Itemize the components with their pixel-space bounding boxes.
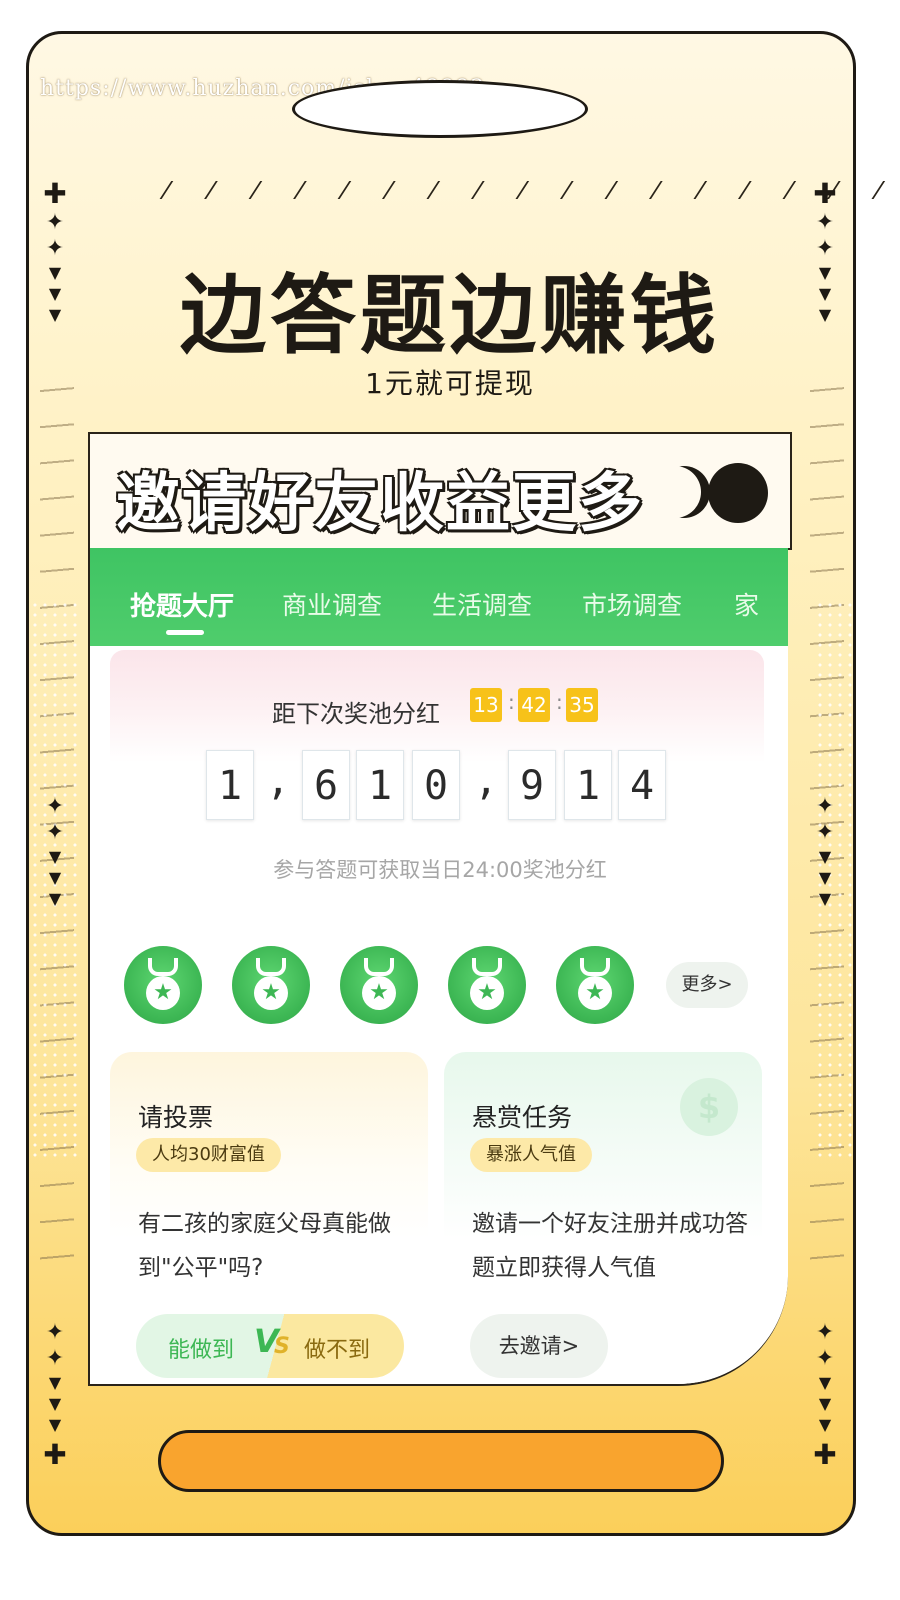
- medal-star-icon[interactable]: ★: [124, 946, 202, 1024]
- sparkle-icon: ✦: [815, 794, 835, 819]
- countdown-hours: 13: [470, 688, 502, 722]
- plus-icon: ✚: [813, 177, 837, 210]
- vs-icon-s: S: [274, 1334, 290, 1359]
- medal-star-icon[interactable]: ★: [340, 946, 418, 1024]
- triangle-down-icon: ▼: [48, 847, 62, 866]
- dollar-coin-icon: $: [680, 1078, 738, 1136]
- pool-digit: 1: [356, 750, 404, 820]
- triangle-down-icon: ▼: [48, 1415, 62, 1434]
- invite-banner-text: 邀请好友收益更多: [116, 467, 644, 541]
- ribbon-icon: [472, 958, 502, 976]
- bottom-action-bar[interactable]: [158, 1430, 724, 1492]
- tab-business-survey[interactable]: 商业调查: [282, 586, 382, 622]
- triangle-down-icon: ▼: [818, 847, 832, 866]
- pool-digit: 4: [618, 750, 666, 820]
- sparkle-icon: ✦: [45, 210, 65, 235]
- task-card[interactable]: $ 悬赏任务 暴涨人气值 邀请一个好友注册并成功答题立即获得人气值 去邀请>: [444, 1052, 762, 1384]
- sparkle-icon: ✦: [815, 1346, 835, 1371]
- right-bottom-ornament: ✦ ✦ ▼ ▼ ▼ ✚: [810, 1318, 840, 1469]
- vote-card-question: 有二孩的家庭父母真能做到"公平"吗?: [138, 1211, 391, 1281]
- task-card-title: 悬赏任务: [472, 1103, 573, 1132]
- pool-digit: 1: [206, 750, 254, 820]
- pool-comma: ,: [266, 758, 291, 804]
- ribbon-icon: [364, 958, 394, 976]
- hanger-slot: [292, 80, 588, 138]
- triangle-down-icon: ▼: [48, 868, 62, 887]
- triangle-down-icon: ▼: [48, 1373, 62, 1392]
- full-circle-icon: [708, 463, 768, 523]
- star-icon: ★: [254, 976, 288, 1010]
- vote-card-title: 请投票: [138, 1103, 214, 1132]
- vote-yes-option[interactable]: 能做到: [168, 1332, 234, 1364]
- triangle-down-icon: ▼: [818, 868, 832, 887]
- triangle-down-icon: ▼: [48, 1394, 62, 1413]
- medal-star-icon[interactable]: ★: [232, 946, 310, 1024]
- app-screen: 抢题大厅 商业调查 生活调查 市场调查 家 距下次奖池分红 13 : 42 : …: [88, 548, 788, 1386]
- pool-comma: ,: [474, 758, 499, 804]
- vote-card[interactable]: 请投票 人均30财富值 有二孩的家庭父母真能做到"公平"吗? 能做到 V S 做…: [110, 1052, 428, 1384]
- pool-note: 参与答题可获取当日24:00奖池分红: [273, 858, 607, 882]
- medal-star-icon[interactable]: ★: [556, 946, 634, 1024]
- pool-digit: 6: [302, 750, 350, 820]
- ribbon-icon: [256, 958, 286, 976]
- plus-icon: ✚: [813, 1438, 837, 1471]
- task-card-description: 邀请一个好友注册并成功答题立即获得人气值: [472, 1211, 748, 1281]
- task-card-badge: 暴涨人气值: [470, 1138, 592, 1172]
- star-icon: ★: [578, 976, 612, 1010]
- subline: 1元就可提现: [365, 367, 535, 400]
- ribbon-icon: [148, 958, 178, 976]
- triangle-down-icon: ▼: [818, 1394, 832, 1413]
- pool-digit: 9: [508, 750, 556, 820]
- triangle-down-icon: ▼: [818, 889, 832, 908]
- left-mid-ornament: ✦ ✦ ▼ ▼ ▼: [40, 792, 70, 907]
- pool-digit: 0: [412, 750, 460, 820]
- sparkle-icon: ✦: [815, 820, 835, 845]
- more-button[interactable]: 更多>: [666, 962, 748, 1008]
- triangle-down-icon: ▼: [48, 889, 62, 908]
- sparkle-icon: ✦: [45, 794, 65, 819]
- pool-countdown-label: 距下次奖池分红: [272, 700, 440, 728]
- tab-bar: 抢题大厅 商业调查 生活调查 市场调查 家: [90, 548, 788, 646]
- countdown-separator: :: [508, 690, 515, 714]
- star-icon: ★: [362, 976, 396, 1010]
- countdown-minutes: 42: [518, 688, 550, 722]
- right-mid-ornament: ✦ ✦ ▼ ▼ ▼: [810, 792, 840, 907]
- pool-digit: 1: [564, 750, 612, 820]
- headline: 边答题边赚钱: [180, 266, 720, 366]
- tab-home-partial[interactable]: 家: [734, 586, 759, 622]
- vote-vs-bar: 能做到 V S 做不到: [136, 1314, 404, 1378]
- left-bottom-ornament: ✦ ✦ ▼ ▼ ▼ ✚: [40, 1318, 70, 1469]
- medal-star-icon[interactable]: ★: [448, 946, 526, 1024]
- tab-market-survey[interactable]: 市场调查: [582, 586, 682, 622]
- countdown-seconds: 35: [566, 688, 598, 722]
- tab-hall[interactable]: 抢题大厅: [130, 586, 234, 623]
- go-invite-button[interactable]: 去邀请>: [470, 1314, 608, 1378]
- star-icon: ★: [470, 976, 504, 1010]
- active-tab-indicator: [166, 630, 204, 635]
- sparkle-icon: ✦: [815, 210, 835, 235]
- decorative-slashes: / / / / / / / / / / / / / / / / / / / / …: [157, 178, 900, 203]
- tab-life-survey[interactable]: 生活调查: [432, 586, 532, 622]
- crescent-moon-icon: [658, 466, 710, 518]
- ribbon-icon: [580, 958, 610, 976]
- countdown-separator: :: [556, 690, 563, 714]
- plus-icon: ✚: [43, 1438, 67, 1471]
- vote-card-badge: 人均30财富值: [136, 1138, 281, 1172]
- plus-icon: ✚: [43, 177, 67, 210]
- triangle-down-icon: ▼: [818, 1373, 832, 1392]
- triangle-down-icon: ▼: [818, 1415, 832, 1434]
- sparkle-icon: ✦: [815, 1320, 835, 1345]
- sparkle-icon: ✦: [45, 1346, 65, 1371]
- star-icon: ★: [146, 976, 180, 1010]
- sparkle-icon: ✦: [45, 1320, 65, 1345]
- vote-no-option[interactable]: 做不到: [304, 1332, 370, 1364]
- sparkle-icon: ✦: [45, 820, 65, 845]
